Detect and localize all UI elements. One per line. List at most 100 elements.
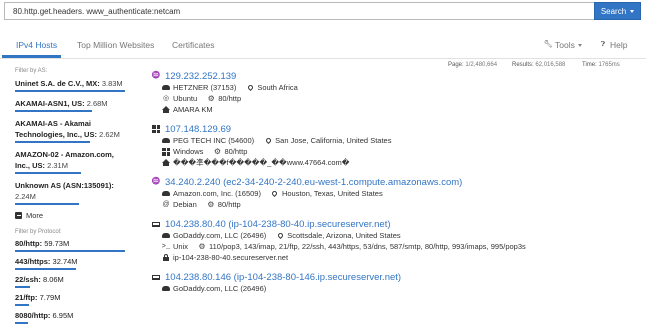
result-detail-text: GoDaddy.com, LLC (26496) <box>173 231 267 240</box>
gear-icon: ⚙ <box>207 199 215 209</box>
result-host-link[interactable]: 104.238.80.40 (ip-104-238-80-40.ip.secur… <box>165 219 391 230</box>
laptop-icon <box>152 220 160 228</box>
protocol-filter-bar <box>15 286 31 288</box>
as-filter-item[interactable]: AMAZON-02 - Amazon.com, Inc., US: 2.31M <box>15 149 125 174</box>
result-detail-text: GoDaddy.com, LLC (26496) <box>173 284 267 293</box>
lock-icon <box>162 253 170 262</box>
time-label: Time: <box>582 62 597 68</box>
more-label: More <box>26 211 44 220</box>
protocol-filter-list: 80/http: 59.73M 443/https: 32.74M 22/ssh: … <box>15 239 125 324</box>
result-detail: @ Debian <box>162 200 196 209</box>
as-filter-label: Uninet S.A. de C.V., MX: <box>15 79 100 88</box>
as-filter-item[interactable]: AKAMAI-AS - Akamai Technologies, Inc., U… <box>15 118 125 143</box>
result-detail-text: HETZNER (37153) <box>173 83 237 92</box>
result-header: 104.238.80.146 (ip-104-238-80-146.ip.sec… <box>152 271 632 283</box>
result-detail: Scottsdale, Arizona, United States <box>276 231 401 240</box>
cloud-icon <box>162 84 170 92</box>
cloud-icon <box>162 190 170 198</box>
search-input[interactable] <box>4 2 594 20</box>
as-filter-item[interactable]: Uninet S.A. de C.V., MX: 3.83M <box>15 78 125 92</box>
tools-menu[interactable]: 🔧︎ Tools <box>544 40 582 50</box>
as-filter-count: 3.83M <box>101 79 123 88</box>
as-filter-bar <box>15 172 81 174</box>
protocol-filter-item[interactable]: 22/ssh: 8.06M <box>15 275 125 288</box>
result-detail-text: Amazon.com, Inc. (16509) <box>173 189 261 198</box>
chevron-down-icon <box>630 9 635 13</box>
protocol-filter-count: 6.95M <box>52 311 74 320</box>
search-button-label: Search <box>600 6 627 16</box>
result-item: 104.238.80.146 (ip-104-238-80-146.ip.sec… <box>152 271 632 294</box>
help-link[interactable]: ❓︎ Help <box>599 40 628 50</box>
results-count: Results: 62,016,588 <box>512 62 565 68</box>
result-header: ♒ 34.240.2.240 (ec2-34-240-2-240.eu-west-… <box>152 176 632 188</box>
result-host-link[interactable]: 34.240.2.240 (ec2-34-240-2-240.eu-west-1… <box>165 177 462 188</box>
result-host-link[interactable]: 107.148.129.69 <box>165 124 231 135</box>
tab-ipv4-hosts[interactable]: IPv4 Hosts <box>16 40 57 50</box>
linux-icon: ♒ <box>151 178 161 185</box>
result-detail-text: 80/http <box>218 94 242 103</box>
location-pin-icon <box>276 231 284 240</box>
tab-certificates[interactable]: Certificates <box>172 40 215 50</box>
search-bar: Search <box>4 2 641 20</box>
gear-icon: ⚙ <box>213 146 222 156</box>
windows-icon <box>152 125 160 133</box>
protocol-filter-bar <box>15 250 125 252</box>
protocol-filter-label: 8080/http: <box>15 311 51 320</box>
result-detail-line: GoDaddy.com, LLC (26496) <box>152 283 632 294</box>
result-detail-line: >_ Unix ⚙ 110/pop3, 143/imap, 21/ftp, 22/ss… <box>152 241 632 252</box>
result-detail: Windows <box>162 147 203 156</box>
result-detail-text: 110/pop3, 143/imap, 21/ftp, 22/ssh, 443/… <box>209 242 526 251</box>
result-header: 107.148.129.69 <box>152 123 632 135</box>
cloud-icon <box>162 232 170 240</box>
location-pin-icon <box>271 189 279 198</box>
result-detail: HETZNER (37153) <box>162 83 236 92</box>
result-detail-line: HETZNER (37153) South Africa <box>152 82 632 93</box>
as-filter-count: 2.24M <box>15 192 36 201</box>
result-detail-text: Scottsdale, Arizona, United States <box>287 231 401 240</box>
as-filter-item[interactable]: Unknown AS (ASN:135091): 2.24M <box>15 180 125 205</box>
result-detail-text: Houston, Texas, United States <box>281 189 383 198</box>
active-tab-indicator <box>2 55 61 58</box>
result-detail: ⚙ 80/http <box>207 200 241 209</box>
result-detail-text: 80/http <box>217 200 241 209</box>
question-circle-icon: ❓︎ <box>600 41 606 48</box>
tab-bar: IPv4 Hosts Top Million Websites Certific… <box>0 30 646 59</box>
protocol-filter-item[interactable]: 443/https: 32.74M <box>15 257 125 270</box>
result-detail-line: PEG TECH INC (54600) San Jose, California… <box>152 135 632 146</box>
as-filter-list: Uninet S.A. de C.V., MX: 3.83M AKAMAI-ASN… <box>15 78 125 205</box>
result-detail-text: South Africa <box>257 83 298 92</box>
results-value: 62,016,588 <box>535 62 566 68</box>
more-button[interactable]: More <box>15 211 125 220</box>
result-detail: ◎ Ubuntu <box>162 94 197 103</box>
search-button[interactable]: Search <box>594 2 641 20</box>
result-item: 107.148.129.69 PEG TECH INC (54600) San Jo… <box>152 123 632 168</box>
gear-icon: ⚙ <box>207 93 215 103</box>
protocol-filter-label: 443/https: <box>15 257 51 266</box>
result-host-link[interactable]: 129.232.252.139 <box>165 71 236 82</box>
tools-label: Tools <box>555 40 575 50</box>
as-filter-item[interactable]: AKAMAI-ASN1, US: 2.68M <box>15 98 125 112</box>
protocol-filter-item[interactable]: 21/ftp: 7.79M <box>15 293 125 306</box>
result-detail: >_ Unix <box>162 242 188 251</box>
protocol-filter-item[interactable]: 80/http: 59.73M <box>15 239 125 252</box>
result-detail-text: Windows <box>173 147 204 156</box>
result-detail: ���凖���f�����_��www.47664.com� <box>162 157 349 168</box>
result-detail-line: Windows ⚙ 80/http <box>152 146 632 157</box>
result-detail: ⚙ 110/pop3, 143/imap, 21/ftp, 22/ssh, 443… <box>198 242 526 251</box>
result-host-link[interactable]: 104.238.80.146 (ip-104-238-80-146.ip.sec… <box>165 272 401 283</box>
result-detail-line: ◎ Ubuntu ⚙ 80/http <box>152 93 632 104</box>
protocol-filter-item[interactable]: 8080/http: 6.95M <box>15 311 125 324</box>
result-detail-text: AMARA KM <box>173 105 213 114</box>
tab-top-million-websites[interactable]: Top Million Websites <box>77 40 154 50</box>
result-detail: PEG TECH INC (54600) <box>162 136 254 145</box>
result-detail-line: GoDaddy.com, LLC (26496) Scottsdale, Ariz… <box>152 230 632 241</box>
minus-square-icon <box>15 212 22 219</box>
result-detail-line: @ Debian ⚙ 80/http <box>152 199 632 210</box>
protocol-filter-count: 32.74M <box>52 257 78 266</box>
as-filter-count: 2.62M <box>99 130 120 139</box>
result-detail-line: AMARA KM <box>152 104 632 115</box>
protocol-filter-count: 59.73M <box>44 239 70 248</box>
as-filter-bar <box>15 110 92 112</box>
location-pin-icon <box>246 83 254 92</box>
result-detail: GoDaddy.com, LLC (26496) <box>162 231 266 240</box>
